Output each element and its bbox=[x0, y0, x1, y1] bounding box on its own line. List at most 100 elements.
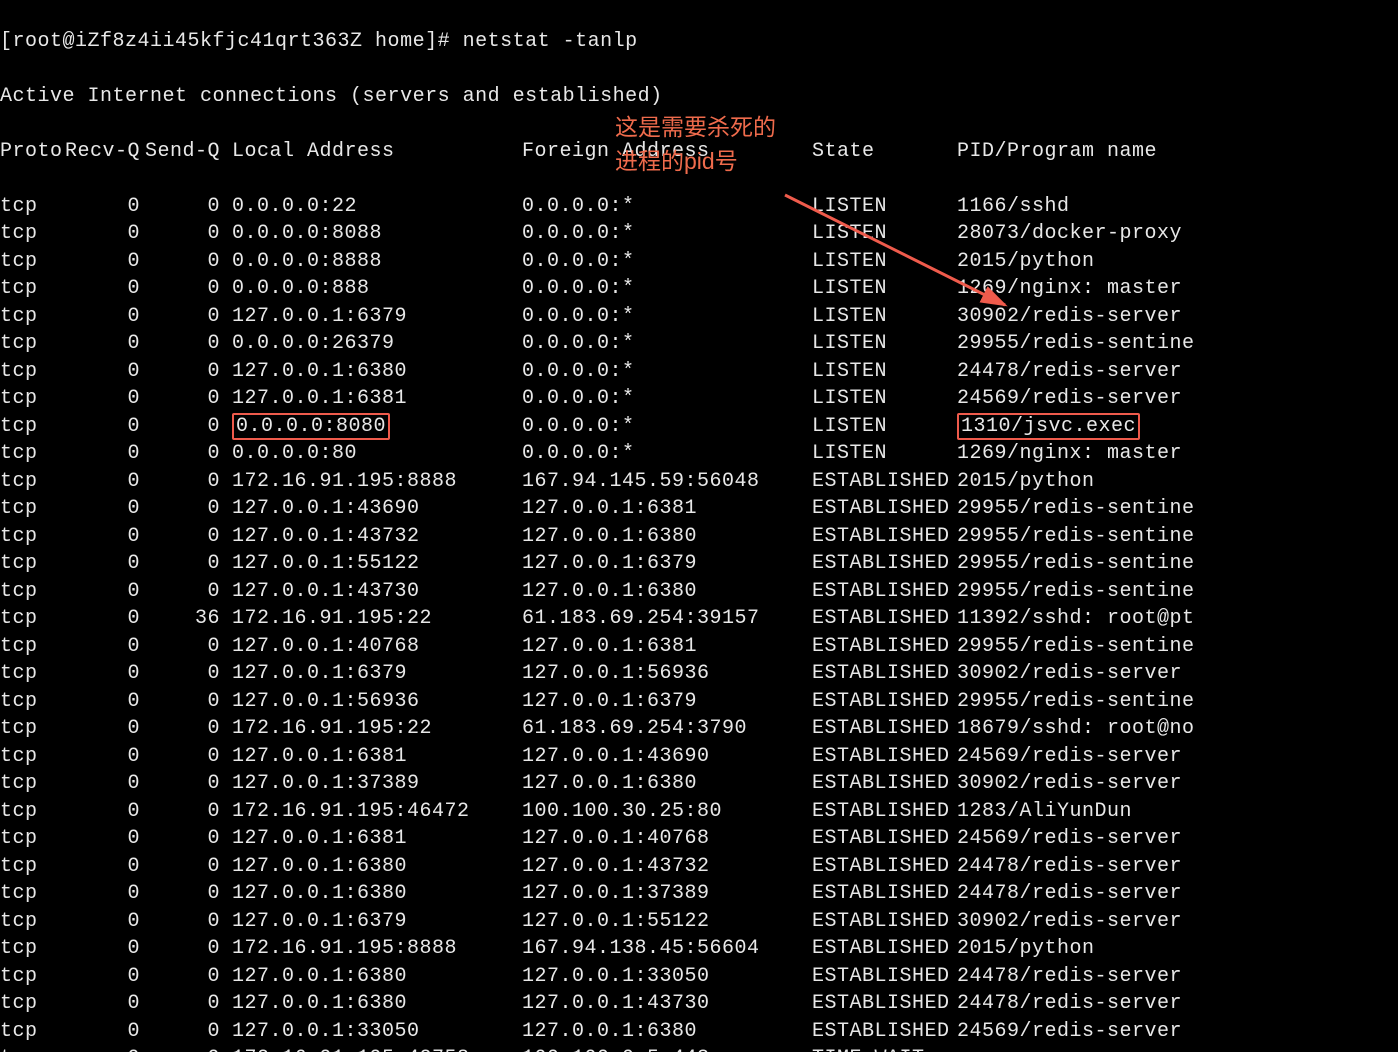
cell-sendq: 0 bbox=[140, 495, 220, 523]
cell-local: 127.0.0.1:43730 bbox=[232, 578, 522, 606]
cell-recvq: 0 bbox=[60, 495, 140, 523]
cell-recvq: 0 bbox=[60, 990, 140, 1018]
cell-recvq: 0 bbox=[60, 303, 140, 331]
cell-proto: tcp bbox=[0, 578, 60, 606]
cell-state: LISTEN bbox=[812, 440, 957, 468]
cell-pid: 24569/redis-server bbox=[957, 743, 1182, 771]
cell-pid: 30902/redis-server bbox=[957, 770, 1182, 798]
cell-pid: 24478/redis-server bbox=[957, 990, 1182, 1018]
cell-proto: tcp bbox=[0, 633, 60, 661]
table-row: tcp00 0.0.0.0:8880.0.0.0:*LISTEN1269/ngi… bbox=[0, 275, 1398, 303]
cell-local: 172.16.91.195:22 bbox=[232, 605, 522, 633]
cell-recvq: 0 bbox=[60, 523, 140, 551]
cell-proto: tcp bbox=[0, 440, 60, 468]
cell-sendq: 0 bbox=[140, 248, 220, 276]
cell-sendq: 0 bbox=[140, 1045, 220, 1052]
cell-proto: tcp bbox=[0, 358, 60, 386]
cell-pid: 29955/redis-sentine bbox=[957, 550, 1195, 578]
cell-recvq: 0 bbox=[60, 330, 140, 358]
cell-proto: tcp bbox=[0, 825, 60, 853]
cell-local: 0.0.0.0:26379 bbox=[232, 330, 522, 358]
cell-pid: 1166/sshd bbox=[957, 193, 1070, 221]
cell-proto: tcp bbox=[0, 743, 60, 771]
terminal-output[interactable]: [root@iZf8z4ii45kfjc41qrt363Z home]# net… bbox=[0, 0, 1398, 1052]
cell-pid: 29955/redis-sentine bbox=[957, 633, 1195, 661]
cell-proto: tcp bbox=[0, 523, 60, 551]
cell-local: 0.0.0.0:80 bbox=[232, 440, 522, 468]
cell-state: ESTABLISHED bbox=[812, 715, 957, 743]
cell-foreign: 0.0.0.0:* bbox=[522, 303, 812, 331]
cell-recvq: 0 bbox=[60, 633, 140, 661]
cell-sendq: 0 bbox=[140, 798, 220, 826]
cell-recvq: 0 bbox=[60, 385, 140, 413]
cell-pid: 24569/redis-server bbox=[957, 1018, 1182, 1046]
cell-proto: tcp bbox=[0, 770, 60, 798]
cell-local: 172.16.91.195:42758 bbox=[232, 1045, 522, 1052]
cell-foreign: 127.0.0.1:40768 bbox=[522, 825, 812, 853]
cell-pid: 24478/redis-server bbox=[957, 963, 1182, 991]
cell-recvq: 0 bbox=[60, 853, 140, 881]
table-row: tcp00 127.0.0.1:40768127.0.0.1:6381ESTAB… bbox=[0, 633, 1398, 661]
cell-state: ESTABLISHED bbox=[812, 468, 957, 496]
cell-foreign: 127.0.0.1:43730 bbox=[522, 990, 812, 1018]
table-row: tcp00 127.0.0.1:6379127.0.0.1:55122ESTAB… bbox=[0, 908, 1398, 936]
cell-proto: tcp bbox=[0, 550, 60, 578]
cell-recvq: 0 bbox=[60, 193, 140, 221]
cell-pid: 29955/redis-sentine bbox=[957, 578, 1195, 606]
cell-proto: tcp bbox=[0, 193, 60, 221]
cell-local: 127.0.0.1:6380 bbox=[232, 880, 522, 908]
table-row: tcp00 127.0.0.1:56936127.0.0.1:6379ESTAB… bbox=[0, 688, 1398, 716]
cell-foreign: 127.0.0.1:56936 bbox=[522, 660, 812, 688]
table-row: tcp00 127.0.0.1:6380127.0.0.1:43730ESTAB… bbox=[0, 990, 1398, 1018]
cell-pid: 24569/redis-server bbox=[957, 825, 1182, 853]
cell-local: 127.0.0.1:6380 bbox=[232, 990, 522, 1018]
cell-proto: tcp bbox=[0, 248, 60, 276]
cell-pid: 2015/python bbox=[957, 935, 1095, 963]
cell-foreign: 127.0.0.1:6380 bbox=[522, 523, 812, 551]
cell-local: 127.0.0.1:6381 bbox=[232, 743, 522, 771]
cell-foreign: 127.0.0.1:33050 bbox=[522, 963, 812, 991]
cell-proto: tcp bbox=[0, 798, 60, 826]
table-row: tcp00 0.0.0.0:88880.0.0.0:*LISTEN2015/py… bbox=[0, 248, 1398, 276]
cell-state: ESTABLISHED bbox=[812, 550, 957, 578]
cell-pid: 30902/redis-server bbox=[957, 303, 1182, 331]
cell-local: 127.0.0.1:6379 bbox=[232, 303, 522, 331]
cell-pid: 1269/nginx: master bbox=[957, 440, 1182, 468]
cell-foreign: 0.0.0.0:* bbox=[522, 220, 812, 248]
table-row: tcp00 0.0.0.0:80800.0.0.0:*LISTEN1310/js… bbox=[0, 413, 1398, 441]
cell-foreign: 167.94.145.59:56048 bbox=[522, 468, 812, 496]
cell-local: 127.0.0.1:6380 bbox=[232, 358, 522, 386]
cell-local: 127.0.0.1:6380 bbox=[232, 963, 522, 991]
cell-sendq: 0 bbox=[140, 440, 220, 468]
cell-local: 127.0.0.1:55122 bbox=[232, 550, 522, 578]
cell-foreign: 127.0.0.1:6379 bbox=[522, 688, 812, 716]
cell-state: LISTEN bbox=[812, 385, 957, 413]
table-row: tcp00 127.0.0.1:33050127.0.0.1:6380ESTAB… bbox=[0, 1018, 1398, 1046]
cell-state: LISTEN bbox=[812, 358, 957, 386]
cell-state: ESTABLISHED bbox=[812, 798, 957, 826]
cell-state: ESTABLISHED bbox=[812, 495, 957, 523]
cell-state: LISTEN bbox=[812, 220, 957, 248]
cell-sendq: 0 bbox=[140, 770, 220, 798]
table-row: tcp00 127.0.0.1:43730127.0.0.1:6380ESTAB… bbox=[0, 578, 1398, 606]
cell-pid: 2015/python bbox=[957, 248, 1095, 276]
cell-local: 127.0.0.1:6381 bbox=[232, 385, 522, 413]
cell-recvq: 0 bbox=[60, 1045, 140, 1052]
cell-sendq: 36 bbox=[140, 605, 220, 633]
cell-local: 172.16.91.195:46472 bbox=[232, 798, 522, 826]
cell-recvq: 0 bbox=[60, 440, 140, 468]
cell-sendq: 0 bbox=[140, 660, 220, 688]
table-row: tcp00 127.0.0.1:6379127.0.0.1:56936ESTAB… bbox=[0, 660, 1398, 688]
cell-foreign: 127.0.0.1:55122 bbox=[522, 908, 812, 936]
cell-foreign: 127.0.0.1:6379 bbox=[522, 550, 812, 578]
cell-state: ESTABLISHED bbox=[812, 990, 957, 1018]
cell-pid: 24478/redis-server bbox=[957, 853, 1182, 881]
cell-sendq: 0 bbox=[140, 963, 220, 991]
cell-foreign: 100.100.30.25:80 bbox=[522, 798, 812, 826]
cell-recvq: 0 bbox=[60, 275, 140, 303]
cell-state: ESTABLISHED bbox=[812, 853, 957, 881]
cell-sendq: 0 bbox=[140, 853, 220, 881]
cell-sendq: 0 bbox=[140, 193, 220, 221]
cell-sendq: 0 bbox=[140, 715, 220, 743]
cell-recvq: 0 bbox=[60, 550, 140, 578]
